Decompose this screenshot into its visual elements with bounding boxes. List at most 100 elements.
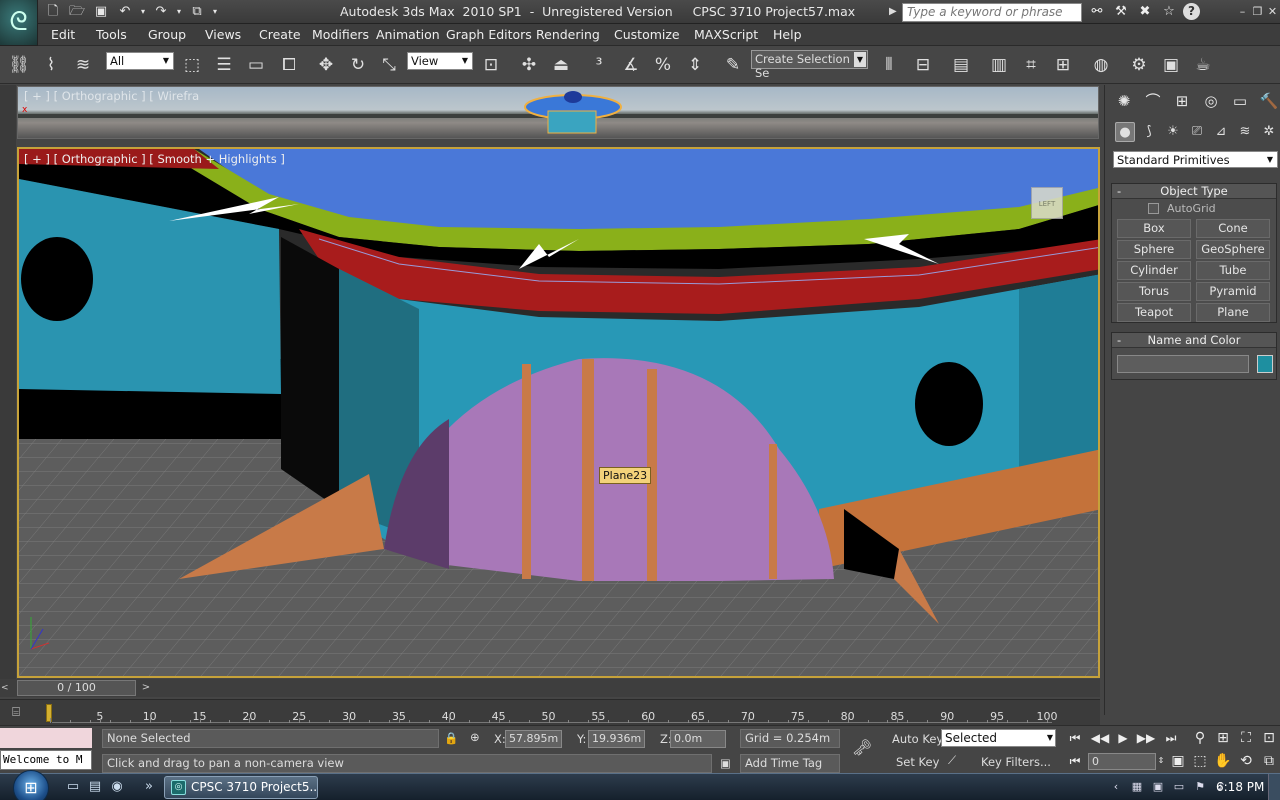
current-frame-field[interactable]: 0	[1088, 753, 1156, 770]
menu-animation[interactable]: Animation	[376, 27, 440, 42]
next-frame-icon[interactable]: ▶▶	[1135, 729, 1157, 747]
curve-editor-icon[interactable]: ⌗	[1018, 52, 1044, 78]
menu-graph-editors[interactable]: Graph Editors	[446, 27, 532, 42]
helpers-icon[interactable]: ⊿	[1211, 122, 1231, 142]
angle-snap-icon[interactable]: ∡	[618, 52, 644, 78]
rectangular-selection-icon[interactable]: ▭	[243, 52, 269, 78]
save-icon[interactable]: ▣	[90, 3, 112, 21]
help-icon[interactable]: ?	[1183, 3, 1200, 20]
frame-spinner-icon[interactable]: ⇕	[1155, 752, 1167, 770]
select-and-manipulate-icon[interactable]: ✣	[516, 52, 542, 78]
sphere-button[interactable]: Sphere	[1117, 240, 1191, 259]
absolute-mode-icon[interactable]: ⊕	[470, 730, 480, 744]
display-tab-icon[interactable]: ▭	[1229, 90, 1251, 112]
network-icon[interactable]: ▦	[1129, 779, 1145, 795]
monitor-icon[interactable]: ▭	[1171, 779, 1187, 795]
minimize-icon[interactable]: –	[1236, 3, 1249, 20]
favorites-icon[interactable]: ✖	[1135, 3, 1155, 21]
modify-tab-icon[interactable]: ⌒	[1142, 90, 1164, 112]
track-bar[interactable]: ⌸ 5 10 15 20 25 30 35 40 45 50 55 60 65 70 75 80 85 90 95 1…	[0, 699, 1100, 725]
security-icon[interactable]: ⚑	[1192, 779, 1208, 795]
motion-tab-icon[interactable]: ◎	[1200, 90, 1222, 112]
viewport-label[interactable]: [ + ] [ Orthographic ] [ Wirefra	[24, 89, 199, 103]
time-tag-icon[interactable]: ▣	[720, 756, 731, 770]
menu-rendering[interactable]: Rendering	[536, 27, 600, 42]
named-selection-set-input[interactable]: Create Selection Se ▼	[751, 50, 868, 80]
z-coordinate-field[interactable]: 0.0m	[670, 730, 726, 748]
object-color-swatch[interactable]	[1257, 355, 1273, 373]
maxscript-listener-output[interactable]: Welcome to M	[0, 750, 92, 770]
maximize-viewport-icon[interactable]: ⧉	[1259, 751, 1279, 771]
name-and-color-rollout-header[interactable]: - Name and Color	[1112, 333, 1276, 348]
schematic-view-icon[interactable]: ⊞	[1050, 52, 1076, 78]
menu-customize[interactable]: Customize	[614, 27, 680, 42]
render-production-icon[interactable]: ☕	[1190, 52, 1216, 78]
select-and-rotate-icon[interactable]: ↻	[345, 52, 371, 78]
zoom-all-icon[interactable]: ⊞	[1213, 728, 1233, 748]
play-icon[interactable]: ▶	[1112, 729, 1134, 747]
previous-frame-icon[interactable]: ◀◀	[1089, 729, 1111, 747]
communication-center-icon[interactable]: ⚒	[1111, 3, 1131, 21]
menu-views[interactable]: Views	[205, 27, 241, 42]
tray-expand-icon[interactable]: ‹	[1108, 779, 1124, 795]
geometry-icon[interactable]: ●	[1115, 122, 1135, 142]
zoom-extents-all-icon[interactable]: ⊡	[1259, 728, 1279, 748]
edit-named-selection-icon[interactable]: ✎	[720, 52, 746, 78]
undo-icon[interactable]: ↶	[114, 3, 136, 21]
start-button[interactable]: ⊞	[13, 770, 49, 800]
align-icon[interactable]: ⊟	[910, 52, 936, 78]
time-slider-next-icon[interactable]: >	[140, 680, 152, 696]
show-desktop-button[interactable]	[1268, 774, 1280, 800]
render-setup-icon[interactable]: ⚙	[1126, 52, 1152, 78]
menu-edit[interactable]: Edit	[51, 27, 75, 42]
select-by-name-icon[interactable]: ☰	[211, 52, 237, 78]
display-icon[interactable]: ▣	[1150, 779, 1166, 795]
menu-tools[interactable]: Tools	[96, 27, 127, 42]
field-of-view-icon[interactable]: ▣	[1168, 751, 1188, 771]
open-icon[interactable]: 🗁	[66, 3, 88, 21]
graphite-modeling-icon[interactable]: ▥	[986, 52, 1012, 78]
zoom-icon[interactable]: ⚲	[1190, 728, 1210, 748]
y-coordinate-field[interactable]: 19.936m	[588, 730, 645, 748]
keyboard-shortcut-override-icon[interactable]: ⏏	[548, 52, 574, 78]
auto-key-button[interactable]: Auto Key	[892, 732, 943, 746]
mini-curve-editor-icon[interactable]: ⌸	[5, 704, 27, 722]
systems-icon[interactable]: ✲	[1259, 122, 1279, 142]
material-editor-icon[interactable]: ◍	[1088, 52, 1114, 78]
pan-hand-icon[interactable]: ✋	[1213, 751, 1233, 771]
go-to-end-icon[interactable]: ⏭	[1160, 729, 1182, 747]
cameras-icon[interactable]: ⎚	[1187, 122, 1207, 142]
info-center-search-input[interactable]: Type a keyword or phrase	[902, 3, 1082, 22]
menu-help[interactable]: Help	[773, 27, 802, 42]
utilities-tab-icon[interactable]: 🔨	[1258, 90, 1280, 112]
snaps-toggle-icon[interactable]: ³	[586, 52, 612, 78]
window-crossing-icon[interactable]: ⧠	[276, 52, 302, 78]
region-zoom-icon[interactable]: ⬚	[1190, 751, 1210, 771]
current-frame-marker[interactable]	[46, 704, 52, 722]
lights-icon[interactable]: ☀	[1163, 122, 1183, 142]
menu-group[interactable]: Group	[148, 27, 186, 42]
create-tab-icon[interactable]: ✺	[1113, 90, 1135, 112]
explorer-icon[interactable]: ▤	[86, 778, 104, 796]
quick-launch-expand-icon[interactable]: »	[140, 778, 158, 796]
cone-button[interactable]: Cone	[1196, 219, 1270, 238]
firefox-icon[interactable]: ◉	[108, 778, 126, 796]
time-slider-prev-icon[interactable]: <	[1, 681, 11, 695]
star-icon[interactable]: ☆	[1159, 3, 1179, 21]
close-icon[interactable]: ✕	[1266, 3, 1279, 20]
taskbar-3dsmax-button[interactable]: ◎ CPSC 3710 Project5...	[164, 776, 318, 799]
key-filters-button[interactable]: Key Filters...	[981, 755, 1051, 769]
add-time-tag-button[interactable]: Add Time Tag	[740, 754, 840, 773]
app-logo-button[interactable]: ᘓ	[0, 0, 38, 46]
viewport-top[interactable]: [ + ] [ Orthographic ] [ Wirefra x	[17, 86, 1099, 139]
spinner-snap-icon[interactable]: ⇕	[682, 52, 708, 78]
layer-manager-icon[interactable]: ▤	[948, 52, 974, 78]
autogrid-checkbox[interactable]: AutoGrid	[1148, 202, 1216, 215]
select-object-icon[interactable]: ⬚	[179, 52, 205, 78]
set-key-button[interactable]: Set Key	[896, 755, 939, 769]
undo-dropdown-icon[interactable]: ▾	[138, 3, 148, 21]
show-desktop-icon[interactable]: ▭	[64, 778, 82, 796]
percent-snap-icon[interactable]: %	[650, 52, 676, 78]
quick-access-dropdown-icon[interactable]: ▾	[210, 3, 220, 21]
viewcube[interactable]: LEFT	[1031, 187, 1063, 219]
